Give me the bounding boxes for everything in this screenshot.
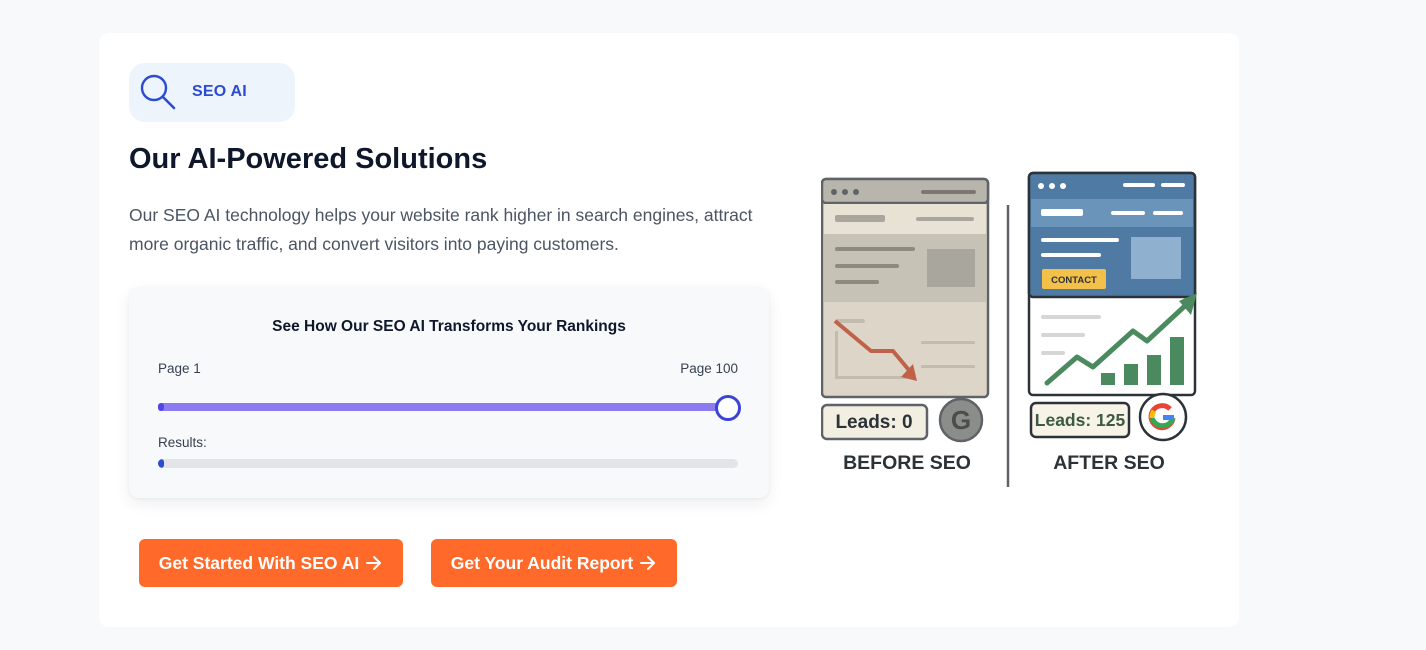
audit-report-label: Get Your Audit Report <box>450 552 634 573</box>
badge-label: SEO AI <box>192 83 247 100</box>
ranking-slider-track[interactable] <box>158 403 738 411</box>
results-label: Results: <box>158 435 207 450</box>
slider-max-label: Page 100 <box>680 361 738 376</box>
ranking-slider-thumb[interactable] <box>715 395 741 421</box>
audit-report-button[interactable]: Get Your Audit Report <box>431 539 677 587</box>
before-browser-window <box>821 177 990 399</box>
after-browser-window: CONTACT <box>1027 171 1197 397</box>
after-leads-text: Leads: 125 <box>1035 410 1126 430</box>
before-seo-caption: BEFORE SEO <box>843 452 971 474</box>
slider-min-label: Page 1 <box>158 361 201 376</box>
ranking-demo-panel: See How Our SEO AI Transforms Your Ranki… <box>129 287 769 498</box>
google-grey-icon: G <box>938 397 984 443</box>
svg-text:G: G <box>951 405 971 435</box>
solutions-card: SEO AI Our AI-Powered Solutions Our SEO … <box>99 33 1239 627</box>
get-started-label: Get Started With SEO AI <box>158 552 360 573</box>
arrow-right-icon <box>366 556 382 570</box>
page-description: Our SEO AI technology helps your website… <box>129 205 753 254</box>
before-after-seo-illustration: Leads: 0 G BEFORE SEO CONTACT Leads: 125… <box>821 171 1197 487</box>
before-leads-text: Leads: 0 <box>835 412 912 433</box>
google-color-icon <box>1138 392 1188 442</box>
slider-track-start <box>158 403 164 411</box>
get-started-button[interactable]: Get Started With SEO AI <box>139 539 403 587</box>
panel-title: See How Our SEO AI Transforms Your Ranki… <box>272 318 626 335</box>
results-progress-fill <box>158 459 164 468</box>
page-title: Our AI-Powered Solutions <box>129 143 488 175</box>
arrow-right-icon <box>640 556 656 570</box>
after-contact-label: CONTACT <box>1051 275 1097 286</box>
seo-ai-badge: SEO AI <box>129 63 295 122</box>
results-progress-bar <box>158 459 738 468</box>
after-seo-caption: AFTER SEO <box>1053 452 1165 474</box>
search-icon <box>140 74 176 110</box>
